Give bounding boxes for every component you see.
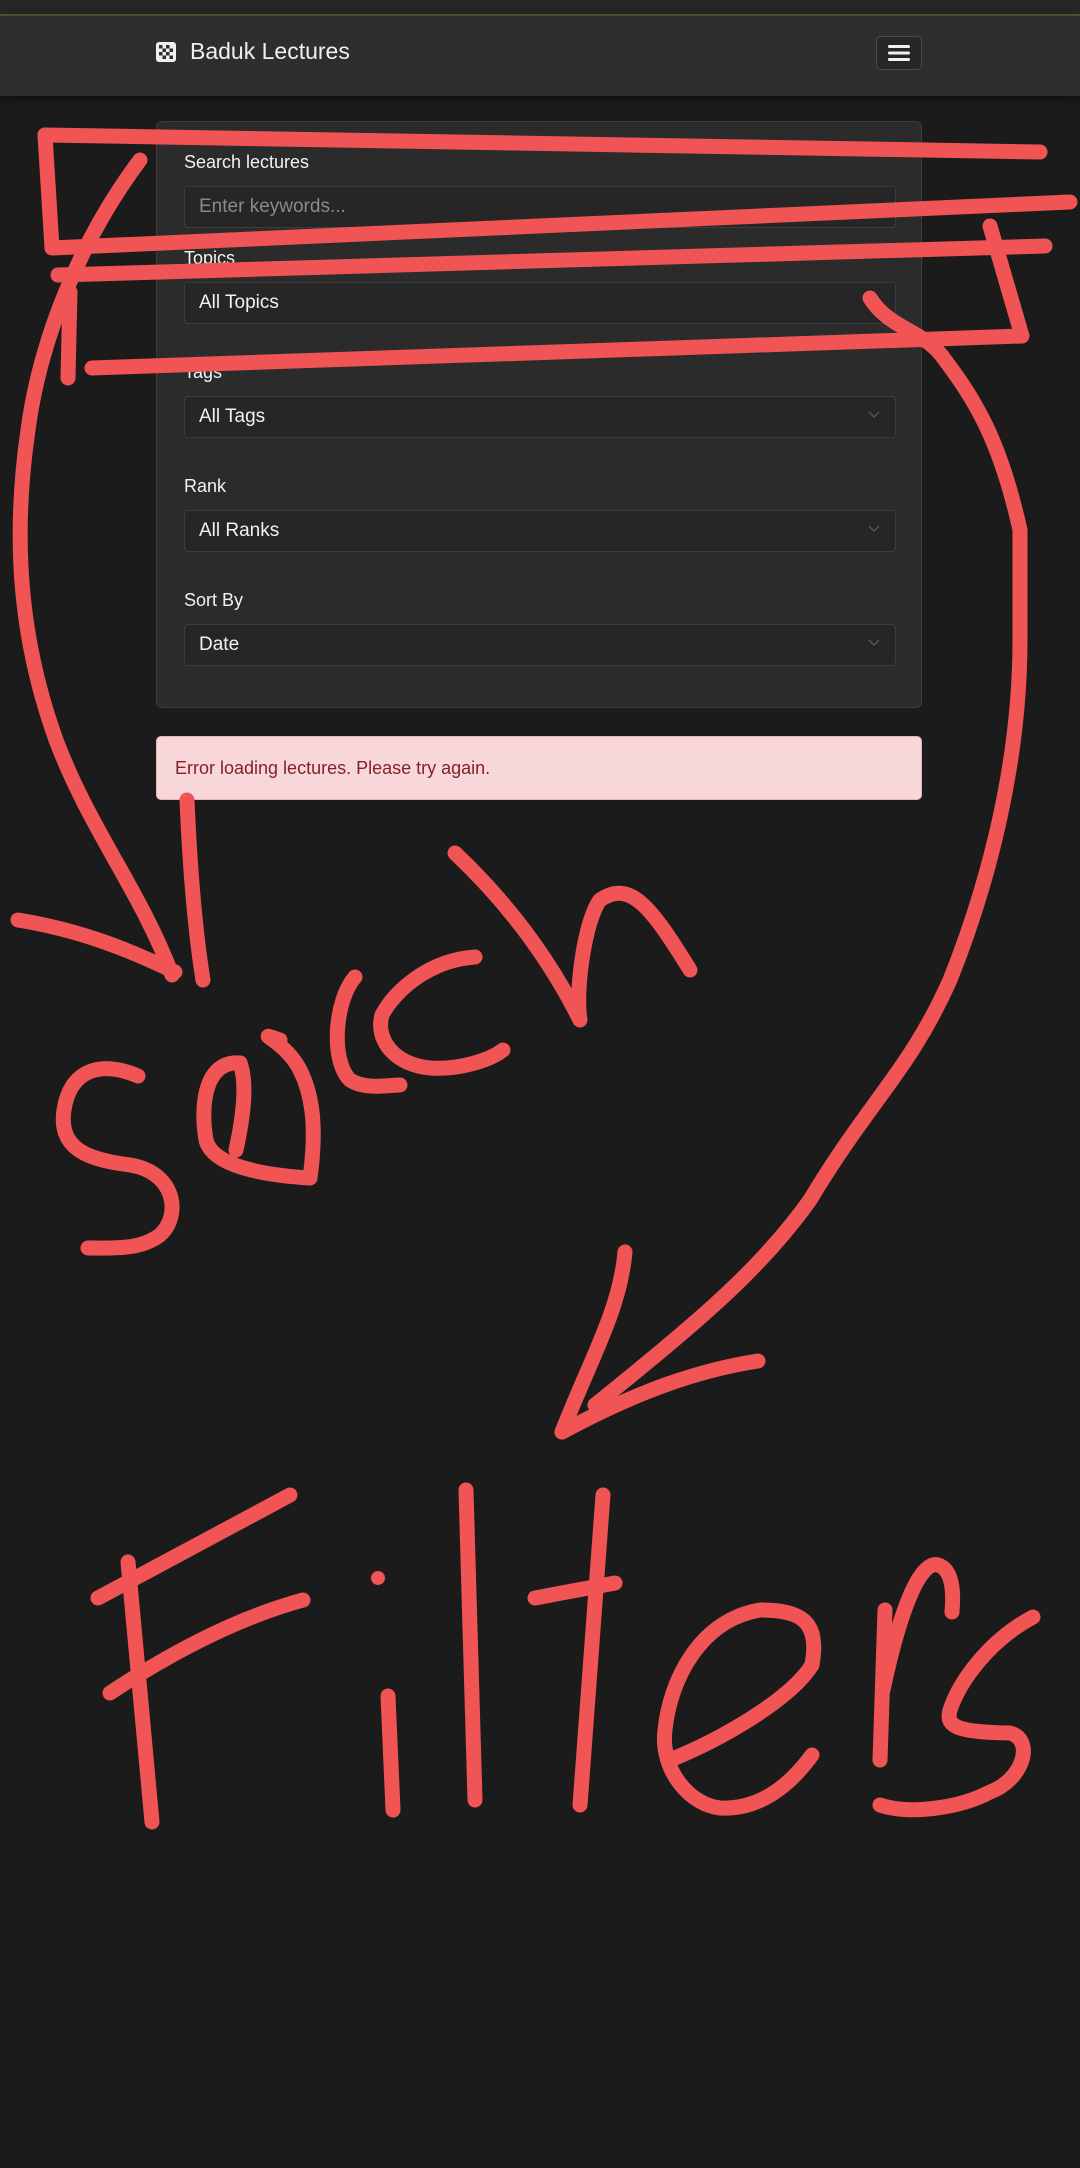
menu-toggle-button[interactable] — [876, 36, 922, 70]
topics-select[interactable]: All Topics — [184, 282, 896, 324]
search-input[interactable]: Enter keywords... — [184, 186, 896, 228]
board-grid-icon — [156, 41, 176, 62]
rank-value: All Ranks — [199, 520, 280, 541]
sort-select[interactable]: Date — [184, 624, 896, 666]
topics-value: All Topics — [199, 292, 279, 313]
chevron-down-icon — [868, 411, 880, 419]
rank-select[interactable]: All Ranks — [184, 510, 896, 552]
error-alert: Error loading lectures. Please try again… — [156, 736, 922, 800]
rank-label: Rank — [184, 476, 227, 496]
topics-label: Topics — [184, 248, 236, 268]
error-message: Error loading lectures. Please try again… — [175, 757, 491, 778]
sort-value: Date — [199, 634, 240, 655]
sort-label: Sort By — [184, 590, 244, 610]
navbar: Baduk Lectures — [0, 16, 1080, 96]
chevron-down-icon — [868, 639, 880, 647]
brand-title: Baduk Lectures — [190, 38, 350, 64]
annotation-dot — [371, 1571, 385, 1585]
chevron-down-icon — [868, 525, 880, 533]
top-accent-line — [0, 0, 1080, 16]
tags-select[interactable]: All Tags — [184, 396, 896, 438]
tags-value: All Tags — [199, 406, 266, 427]
search-label: Search lectures — [184, 152, 310, 172]
hamburger-menu-icon — [888, 45, 910, 61]
tags-label: Tags — [184, 362, 223, 382]
filter-card: Search lectures Enter keywords... Topics… — [156, 121, 922, 708]
brand-link[interactable]: Baduk Lectures — [156, 38, 350, 65]
